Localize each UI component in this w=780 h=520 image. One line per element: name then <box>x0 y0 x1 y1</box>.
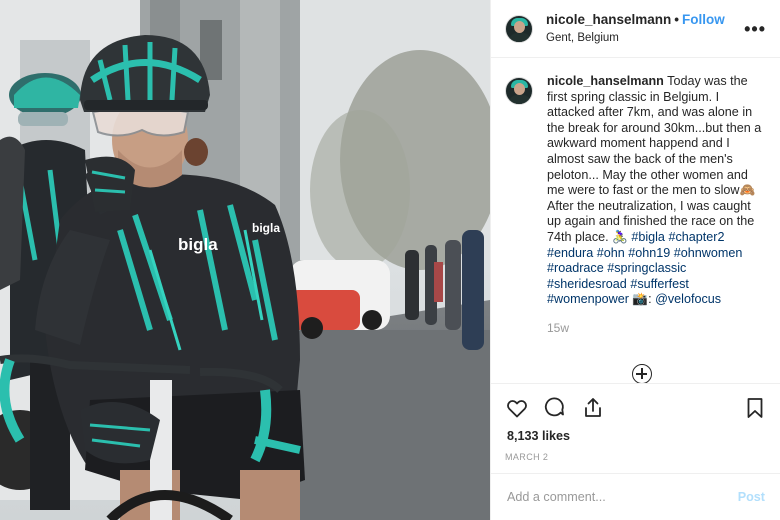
caption-time-ago[interactable]: 15w <box>547 321 766 337</box>
comment-input[interactable] <box>507 490 738 504</box>
caption-comment: nicole_hanselmann Today was the first sp… <box>491 58 780 383</box>
author-avatar[interactable] <box>505 14 533 43</box>
jersey-logo: bigla <box>178 235 218 254</box>
post-sidebar: nicole_hanselmann • Follow Gent, Belgium •… <box>490 0 780 520</box>
plus-circle-icon[interactable] <box>632 364 652 384</box>
caption-text: nicole_hanselmann Today was the first sp… <box>547 74 766 383</box>
post-photo[interactable]: bigla bigla <box>0 0 490 520</box>
caption-author-avatar[interactable] <box>505 77 533 105</box>
jersey-logo-sleeve: bigla <box>252 221 280 235</box>
camera-emoji: 📸 <box>632 292 649 307</box>
share-icon[interactable] <box>581 396 605 420</box>
caption-body-1: Today was the first spring classic in Be… <box>547 74 762 198</box>
post-location[interactable]: Gent, Belgium <box>546 31 725 45</box>
follow-button[interactable]: Follow <box>682 12 725 27</box>
cyclist-photo-illustration: bigla bigla <box>0 0 490 520</box>
post-header: nicole_hanselmann • Follow Gent, Belgium •… <box>491 0 780 58</box>
hashtag[interactable]: #sufferfest <box>630 277 689 291</box>
hashtag[interactable]: #ohn <box>597 246 625 260</box>
post-comment-button[interactable]: Post <box>738 490 765 504</box>
likes-count[interactable]: 8,133 likes <box>507 429 570 443</box>
action-bar <box>491 383 780 430</box>
caption-emoji-monkey: 🙈 <box>739 183 756 198</box>
hashtag[interactable]: #womenpower <box>547 292 629 306</box>
hashtag[interactable]: #chapter2 <box>668 230 724 244</box>
hashtag[interactable]: #ohn19 <box>628 246 670 260</box>
bookmark-icon[interactable] <box>743 396 767 420</box>
hashtag[interactable]: #roadrace <box>547 261 604 275</box>
hashtag[interactable]: #bigla <box>631 230 665 244</box>
author-username[interactable]: nicole_hanselmann <box>546 12 671 27</box>
more-horizontal-icon[interactable]: ••• <box>744 19 766 40</box>
caption-emoji-cyclist: 🚴‍♀️ <box>612 229 628 244</box>
hashtag[interactable]: #springclassic <box>607 261 686 275</box>
separator-dot: • <box>674 11 680 27</box>
comment-composer: Post <box>491 473 780 520</box>
hashtag[interactable]: #endura <box>547 246 593 260</box>
photo-credit-mention[interactable]: @velofocus <box>655 292 721 306</box>
post-date[interactable]: MARCH 2 <box>505 452 548 462</box>
hashtag[interactable]: #ohnwomen <box>674 246 743 260</box>
heart-icon[interactable] <box>505 396 529 420</box>
caption-username[interactable]: nicole_hanselmann <box>547 74 664 88</box>
comment-icon[interactable] <box>543 396 567 420</box>
hashtag[interactable]: #sheridesroad <box>547 277 627 291</box>
